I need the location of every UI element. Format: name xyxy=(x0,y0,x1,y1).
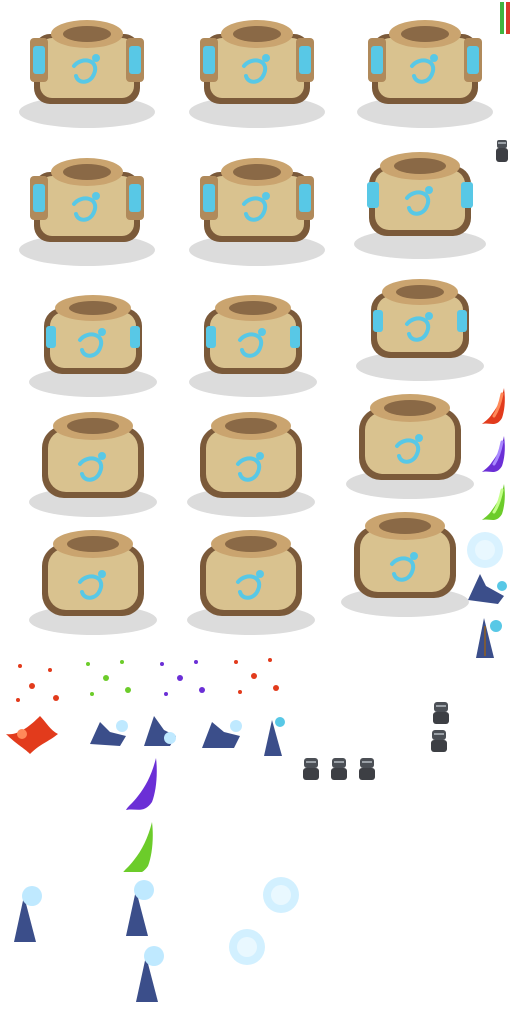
mage-tower-icon xyxy=(18,512,168,642)
knight-icon xyxy=(428,728,450,754)
health-bar-red xyxy=(506,2,510,34)
mage-tower-level-4 xyxy=(19,158,155,266)
arcane-comet-icon xyxy=(480,434,510,480)
mage-tower-level-4 xyxy=(189,158,325,266)
poison-comet-icon xyxy=(480,482,510,528)
health-bar-green xyxy=(500,2,504,34)
wizard-icon xyxy=(2,884,50,946)
mage-tower-level-4 xyxy=(19,20,155,128)
mage-tower-level-1 xyxy=(187,530,315,635)
mage-tower-icon xyxy=(330,494,480,624)
mage-tower-icon xyxy=(12,4,162,134)
wizard-icon xyxy=(462,566,508,610)
wizard-icon xyxy=(254,712,290,760)
knight-icon xyxy=(494,138,510,166)
mage-tower-level-1 xyxy=(29,530,157,635)
health-bar-icon xyxy=(500,2,510,34)
mage-tower-icon xyxy=(182,142,332,272)
fire-splatter xyxy=(220,640,290,710)
mage-tower-level-2 xyxy=(189,295,317,397)
wizard-icon xyxy=(84,714,128,750)
mage-tower-level-1 xyxy=(346,394,474,499)
wizard-icon xyxy=(136,708,180,752)
wizard-icon xyxy=(462,612,508,662)
fire-comet-icon xyxy=(480,386,510,432)
ice-burst-icon xyxy=(258,872,304,918)
fire-comet-icon xyxy=(4,712,60,756)
wizard-icon xyxy=(114,878,162,940)
arcane-comet-icon xyxy=(124,756,162,814)
poison-comet-icon xyxy=(118,820,162,872)
ice-burst-icon xyxy=(224,924,270,970)
mage-tower-level-1 xyxy=(29,412,157,517)
mage-tower-icon xyxy=(18,394,168,524)
mage-tower-icon xyxy=(176,394,326,524)
mage-tower-icon xyxy=(350,4,500,134)
knight-icon xyxy=(300,756,322,782)
poison-splatter xyxy=(72,642,142,712)
mage-tower-level-1 xyxy=(341,512,469,617)
sprite-sheet xyxy=(0,0,512,1024)
mage-tower-icon xyxy=(176,512,326,642)
mage-tower-level-1 xyxy=(187,412,315,517)
mage-tower-icon xyxy=(18,274,168,404)
mage-tower-icon xyxy=(345,136,495,266)
wizard-icon xyxy=(196,714,244,754)
knight-icon xyxy=(356,756,378,782)
mage-tower-icon xyxy=(335,376,485,506)
knight-icon xyxy=(328,756,350,782)
mage-tower-icon xyxy=(182,4,332,134)
wizard-icon xyxy=(124,944,172,1006)
mage-tower-level-2 xyxy=(29,295,157,397)
fire-splatter xyxy=(0,646,70,716)
mage-tower-level-4 xyxy=(189,20,325,128)
mage-tower-icon xyxy=(345,258,495,388)
arcane-splatter xyxy=(146,642,216,712)
mage-tower-icon xyxy=(178,274,328,404)
mage-tower-level-2 xyxy=(356,279,484,381)
mage-tower-icon xyxy=(12,142,162,272)
mage-tower-level-3 xyxy=(354,152,486,259)
mage-tower-level-4 xyxy=(357,20,493,128)
knight-icon xyxy=(430,700,452,726)
